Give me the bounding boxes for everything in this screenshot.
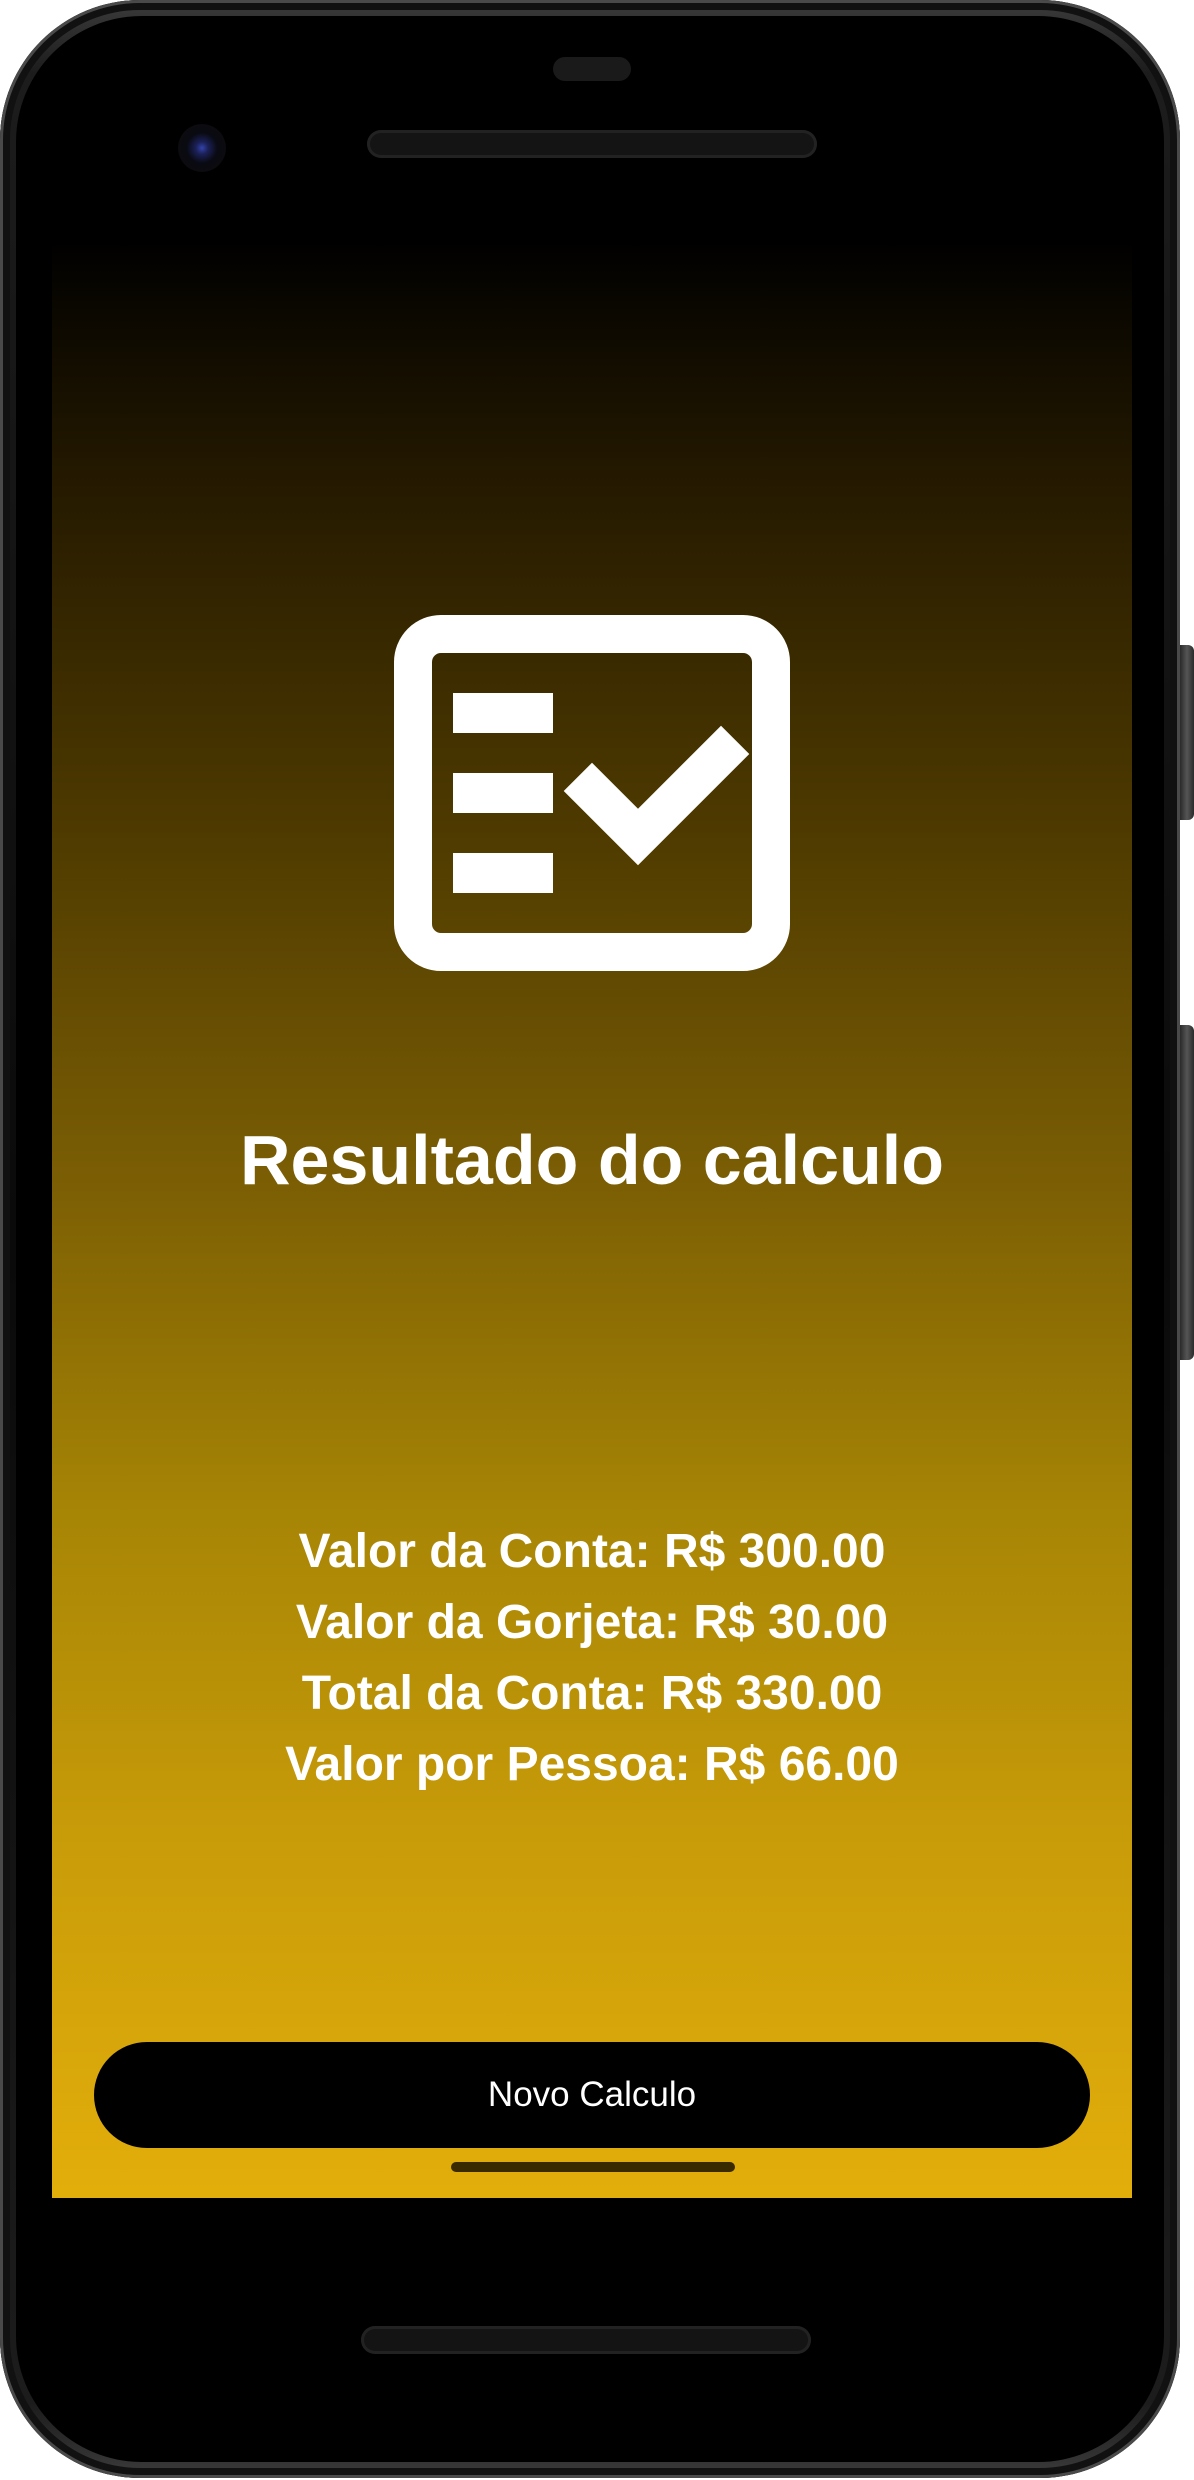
bill-value-text: Valor da Conta: R$ 300.00 bbox=[298, 1525, 886, 1578]
results-list: Valor da Conta: R$ 300.00 Valor da Gorje… bbox=[52, 1516, 1132, 1800]
front-camera-icon bbox=[178, 124, 226, 172]
top-speaker-grille bbox=[367, 130, 817, 158]
power-button bbox=[1180, 645, 1194, 820]
earpiece bbox=[553, 57, 631, 81]
home-gesture-bar[interactable] bbox=[451, 2162, 735, 2172]
volume-button bbox=[1180, 1025, 1194, 1360]
new-calculation-button[interactable]: Novo Calculo bbox=[94, 2042, 1090, 2148]
checklist-icon bbox=[394, 615, 790, 971]
page-title: Resultado do calculo bbox=[240, 1121, 944, 1199]
app-screen: Resultado do calculo Valor da Conta: R$ … bbox=[52, 240, 1132, 2198]
bill-total-text: Total da Conta: R$ 330.00 bbox=[301, 1667, 883, 1720]
tip-value-text: Valor da Gorjeta: R$ 30.00 bbox=[295, 1596, 889, 1649]
per-person-value-text: Valor por Pessoa: R$ 66.00 bbox=[285, 1738, 899, 1791]
phone-device: Resultado do calculo Valor da Conta: R$ … bbox=[0, 0, 1194, 2480]
bottom-speaker-grille bbox=[361, 2326, 811, 2354]
